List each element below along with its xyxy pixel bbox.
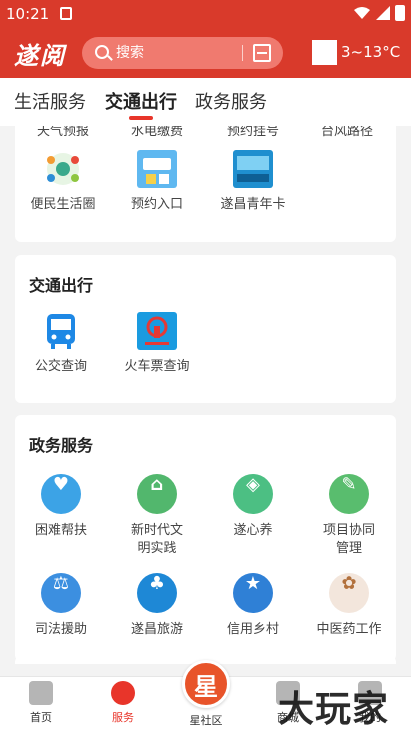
cut-off-label: 天气预报 (36, 126, 89, 139)
service-content[interactable]: 天气预报 水电缴费 预约挂号 台风路径 便民生活圈 预约入口 遂昌青年卡 交通出… (0, 126, 411, 664)
tab-government[interactable]: 政务服务 (195, 88, 267, 114)
traffic-card-title: 交通出行 (29, 276, 94, 295)
nav-service[interactable]: 服务 (93, 681, 153, 725)
star-community-button[interactable]: 星 (182, 660, 230, 708)
scan-icon[interactable] (253, 44, 271, 62)
home-icon (29, 681, 53, 705)
government-card-title: 政务服务 (29, 436, 94, 455)
gov-item-hardship[interactable]: ♥ 困难帮扶 (21, 474, 101, 540)
train-ticket-icon (137, 312, 177, 350)
youth-card-icon (233, 150, 273, 188)
app-logo: 遂阅 (14, 41, 66, 70)
battery-icon (395, 5, 405, 21)
nav-home[interactable]: 首页 (11, 681, 71, 725)
category-tabs: 生活服务 交通出行 政务服务 (0, 78, 411, 126)
gov-item-project[interactable]: ✎ 项目协同管理 (309, 474, 389, 558)
watermark: 大玩家 (278, 689, 390, 730)
gov-item-civilization[interactable]: ⌂ 新时代文明实践 (117, 474, 197, 558)
tab-traffic[interactable]: 交通出行 (105, 88, 177, 114)
appointment-icon (137, 150, 177, 188)
service-icon (111, 681, 135, 705)
civilization-icon: ⌂ (137, 474, 177, 514)
palm-tree-icon: ♣ (137, 573, 177, 613)
star-community-label: 星社区 (189, 714, 223, 727)
cut-off-label: 水电缴费 (130, 126, 183, 139)
weather-icon[interactable] (312, 40, 337, 65)
life-item-appointment[interactable]: 预约入口 (117, 150, 197, 214)
gov-item-legal-aid[interactable]: ⚖ 司法援助 (21, 573, 101, 639)
app-header: 遂阅 3~13°C (0, 28, 411, 78)
cut-off-label: 预约挂号 (226, 126, 279, 139)
traffic-card: 交通出行 公交查询 火车票查询 (15, 255, 396, 403)
scales-icon: ⚖ (41, 573, 81, 613)
life-item-youth-card[interactable]: 遂昌青年卡 (213, 150, 293, 214)
gov-item-elderly-care[interactable]: ◈ 遂心养 (213, 474, 293, 540)
weather-temp[interactable]: 3~13°C (341, 43, 400, 61)
gov-item-tourism[interactable]: ♣ 遂昌旅游 (117, 573, 197, 639)
wifi-icon (354, 7, 370, 19)
credit-village-icon: ★ (233, 573, 273, 613)
search-divider (242, 45, 243, 61)
life-circle-icon (47, 153, 79, 185)
life-service-card: 天气预报 水电缴费 预约挂号 台风路径 便民生活圈 预约入口 遂昌青年卡 (15, 126, 396, 242)
search-bar[interactable] (82, 37, 283, 69)
status-icons (353, 5, 405, 21)
status-time: 10:21 (6, 5, 50, 23)
signal-icon (376, 6, 390, 20)
notification-icon (60, 7, 72, 20)
active-tab-indicator (129, 116, 153, 120)
life-item-convenience[interactable]: 便民生活圈 (23, 150, 103, 214)
government-card: 政务服务 ♥ 困难帮扶 ⌂ 新时代文明实践 ◈ 遂心养 ✎ 项目协同管理 ⚖ 司… (15, 415, 396, 661)
gov-item-medicine[interactable]: ✿ 中医药工作 (309, 573, 389, 639)
tab-life-service[interactable]: 生活服务 (14, 88, 86, 114)
status-bar: 10:21 (0, 0, 411, 28)
search-input[interactable] (116, 43, 256, 63)
bus-icon (47, 314, 75, 349)
traffic-item-bus[interactable]: 公交查询 (21, 312, 101, 376)
traffic-item-train[interactable]: 火车票查询 (117, 312, 197, 376)
cut-off-label: 台风路径 (320, 126, 373, 139)
heart-hands-icon: ♥ (41, 474, 81, 514)
gov-item-credit-village[interactable]: ★ 信用乡村 (213, 573, 293, 639)
project-icon: ✎ (329, 474, 369, 514)
search-icon (95, 45, 109, 59)
elderly-care-icon: ◈ (233, 474, 273, 514)
medicine-icon: ✿ (329, 573, 369, 613)
